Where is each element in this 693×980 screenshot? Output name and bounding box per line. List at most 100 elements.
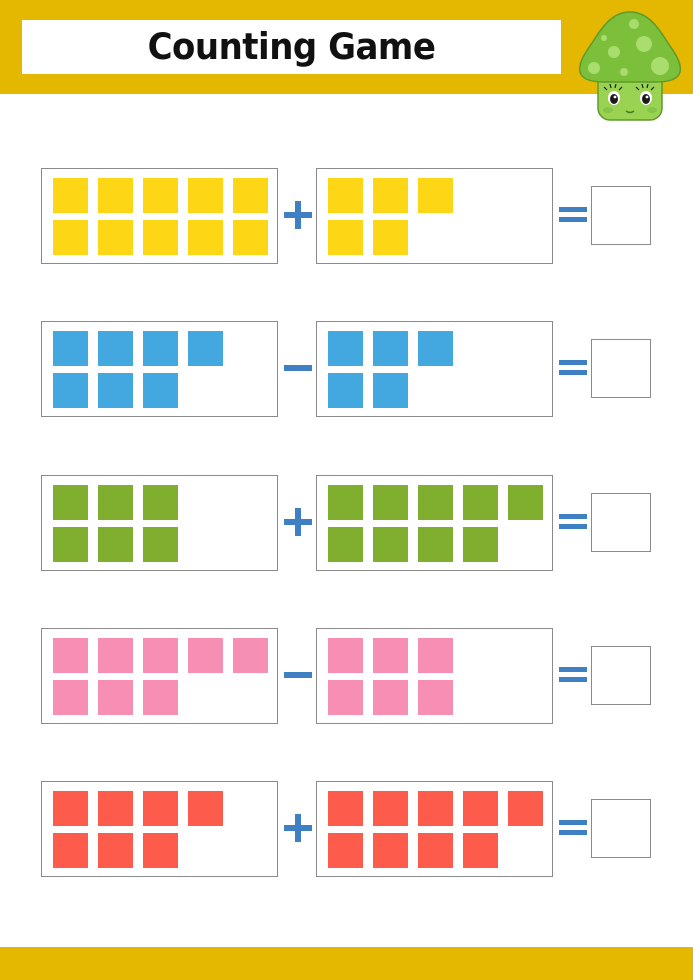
count-tile [328,638,363,673]
count-tile [98,680,133,715]
count-tile [328,527,363,562]
count-tile [53,791,88,826]
count-tile [53,485,88,520]
count-tile [53,833,88,868]
count-tile [143,373,178,408]
count-tile [373,791,408,826]
minus-icon [281,351,314,385]
right-group-box [316,628,553,724]
plus-icon [281,811,314,845]
footer-band [0,947,693,980]
count-tile [98,331,133,366]
count-tile [418,791,453,826]
count-tile [53,220,88,255]
left-group-box [41,321,278,417]
count-tile [463,527,498,562]
count-tile [328,791,363,826]
count-tile [418,638,453,673]
count-tile [418,680,453,715]
equals-icon [559,820,587,836]
problem-row [0,168,693,264]
plus-icon [281,198,314,232]
count-tile [328,680,363,715]
count-tile [53,638,88,673]
count-tile [328,331,363,366]
count-tile [373,331,408,366]
minus-icon [281,658,314,692]
count-tile [373,680,408,715]
left-group-box [41,628,278,724]
count-tile [373,220,408,255]
equals-icon [559,360,587,376]
count-tile [53,527,88,562]
count-tile [143,638,178,673]
count-tile [143,220,178,255]
count-tile [233,178,268,213]
left-group-box [41,475,278,571]
count-tile [418,527,453,562]
equals-icon [559,207,587,223]
answer-box[interactable] [591,339,651,398]
answer-box[interactable] [591,186,651,245]
right-group-box [316,475,553,571]
left-group-box [41,168,278,264]
mushroom-character-icon [578,11,682,121]
count-tile [143,485,178,520]
count-tile [98,220,133,255]
count-tile [418,485,453,520]
count-tile [143,331,178,366]
count-tile [53,331,88,366]
equals-icon [559,667,587,683]
count-tile [508,791,543,826]
count-tile [328,373,363,408]
count-tile [53,680,88,715]
count-tile [328,178,363,213]
answer-box[interactable] [591,493,651,552]
count-tile [328,220,363,255]
problem-row [0,781,693,877]
count-tile [328,485,363,520]
answer-box[interactable] [591,646,651,705]
count-tile [373,833,408,868]
count-tile [418,833,453,868]
count-tile [233,220,268,255]
count-tile [373,638,408,673]
count-tile [188,791,223,826]
plus-icon [281,505,314,539]
count-tile [98,527,133,562]
equals-icon [559,514,587,530]
count-tile [463,791,498,826]
count-tile [53,373,88,408]
count-tile [98,833,133,868]
right-group-box [316,781,553,877]
count-tile [143,680,178,715]
count-tile [188,331,223,366]
problem-row [0,475,693,571]
answer-box[interactable] [591,799,651,858]
count-tile [508,485,543,520]
count-tile [328,833,363,868]
count-tile [373,178,408,213]
page-title: Counting Game [147,25,436,69]
left-group-box [41,781,278,877]
right-group-box [316,321,553,417]
count-tile [98,638,133,673]
count-tile [188,220,223,255]
right-group-box [316,168,553,264]
count-tile [188,178,223,213]
count-tile [143,791,178,826]
title-box: Counting Game [22,20,561,74]
count-tile [188,638,223,673]
count-tile [98,791,133,826]
count-tile [98,373,133,408]
count-tile [143,178,178,213]
count-tile [418,178,453,213]
count-tile [98,178,133,213]
count-tile [53,178,88,213]
count-tile [418,331,453,366]
count-tile [373,485,408,520]
count-tile [98,485,133,520]
count-tile [463,485,498,520]
count-tile [143,527,178,562]
count-tile [233,638,268,673]
